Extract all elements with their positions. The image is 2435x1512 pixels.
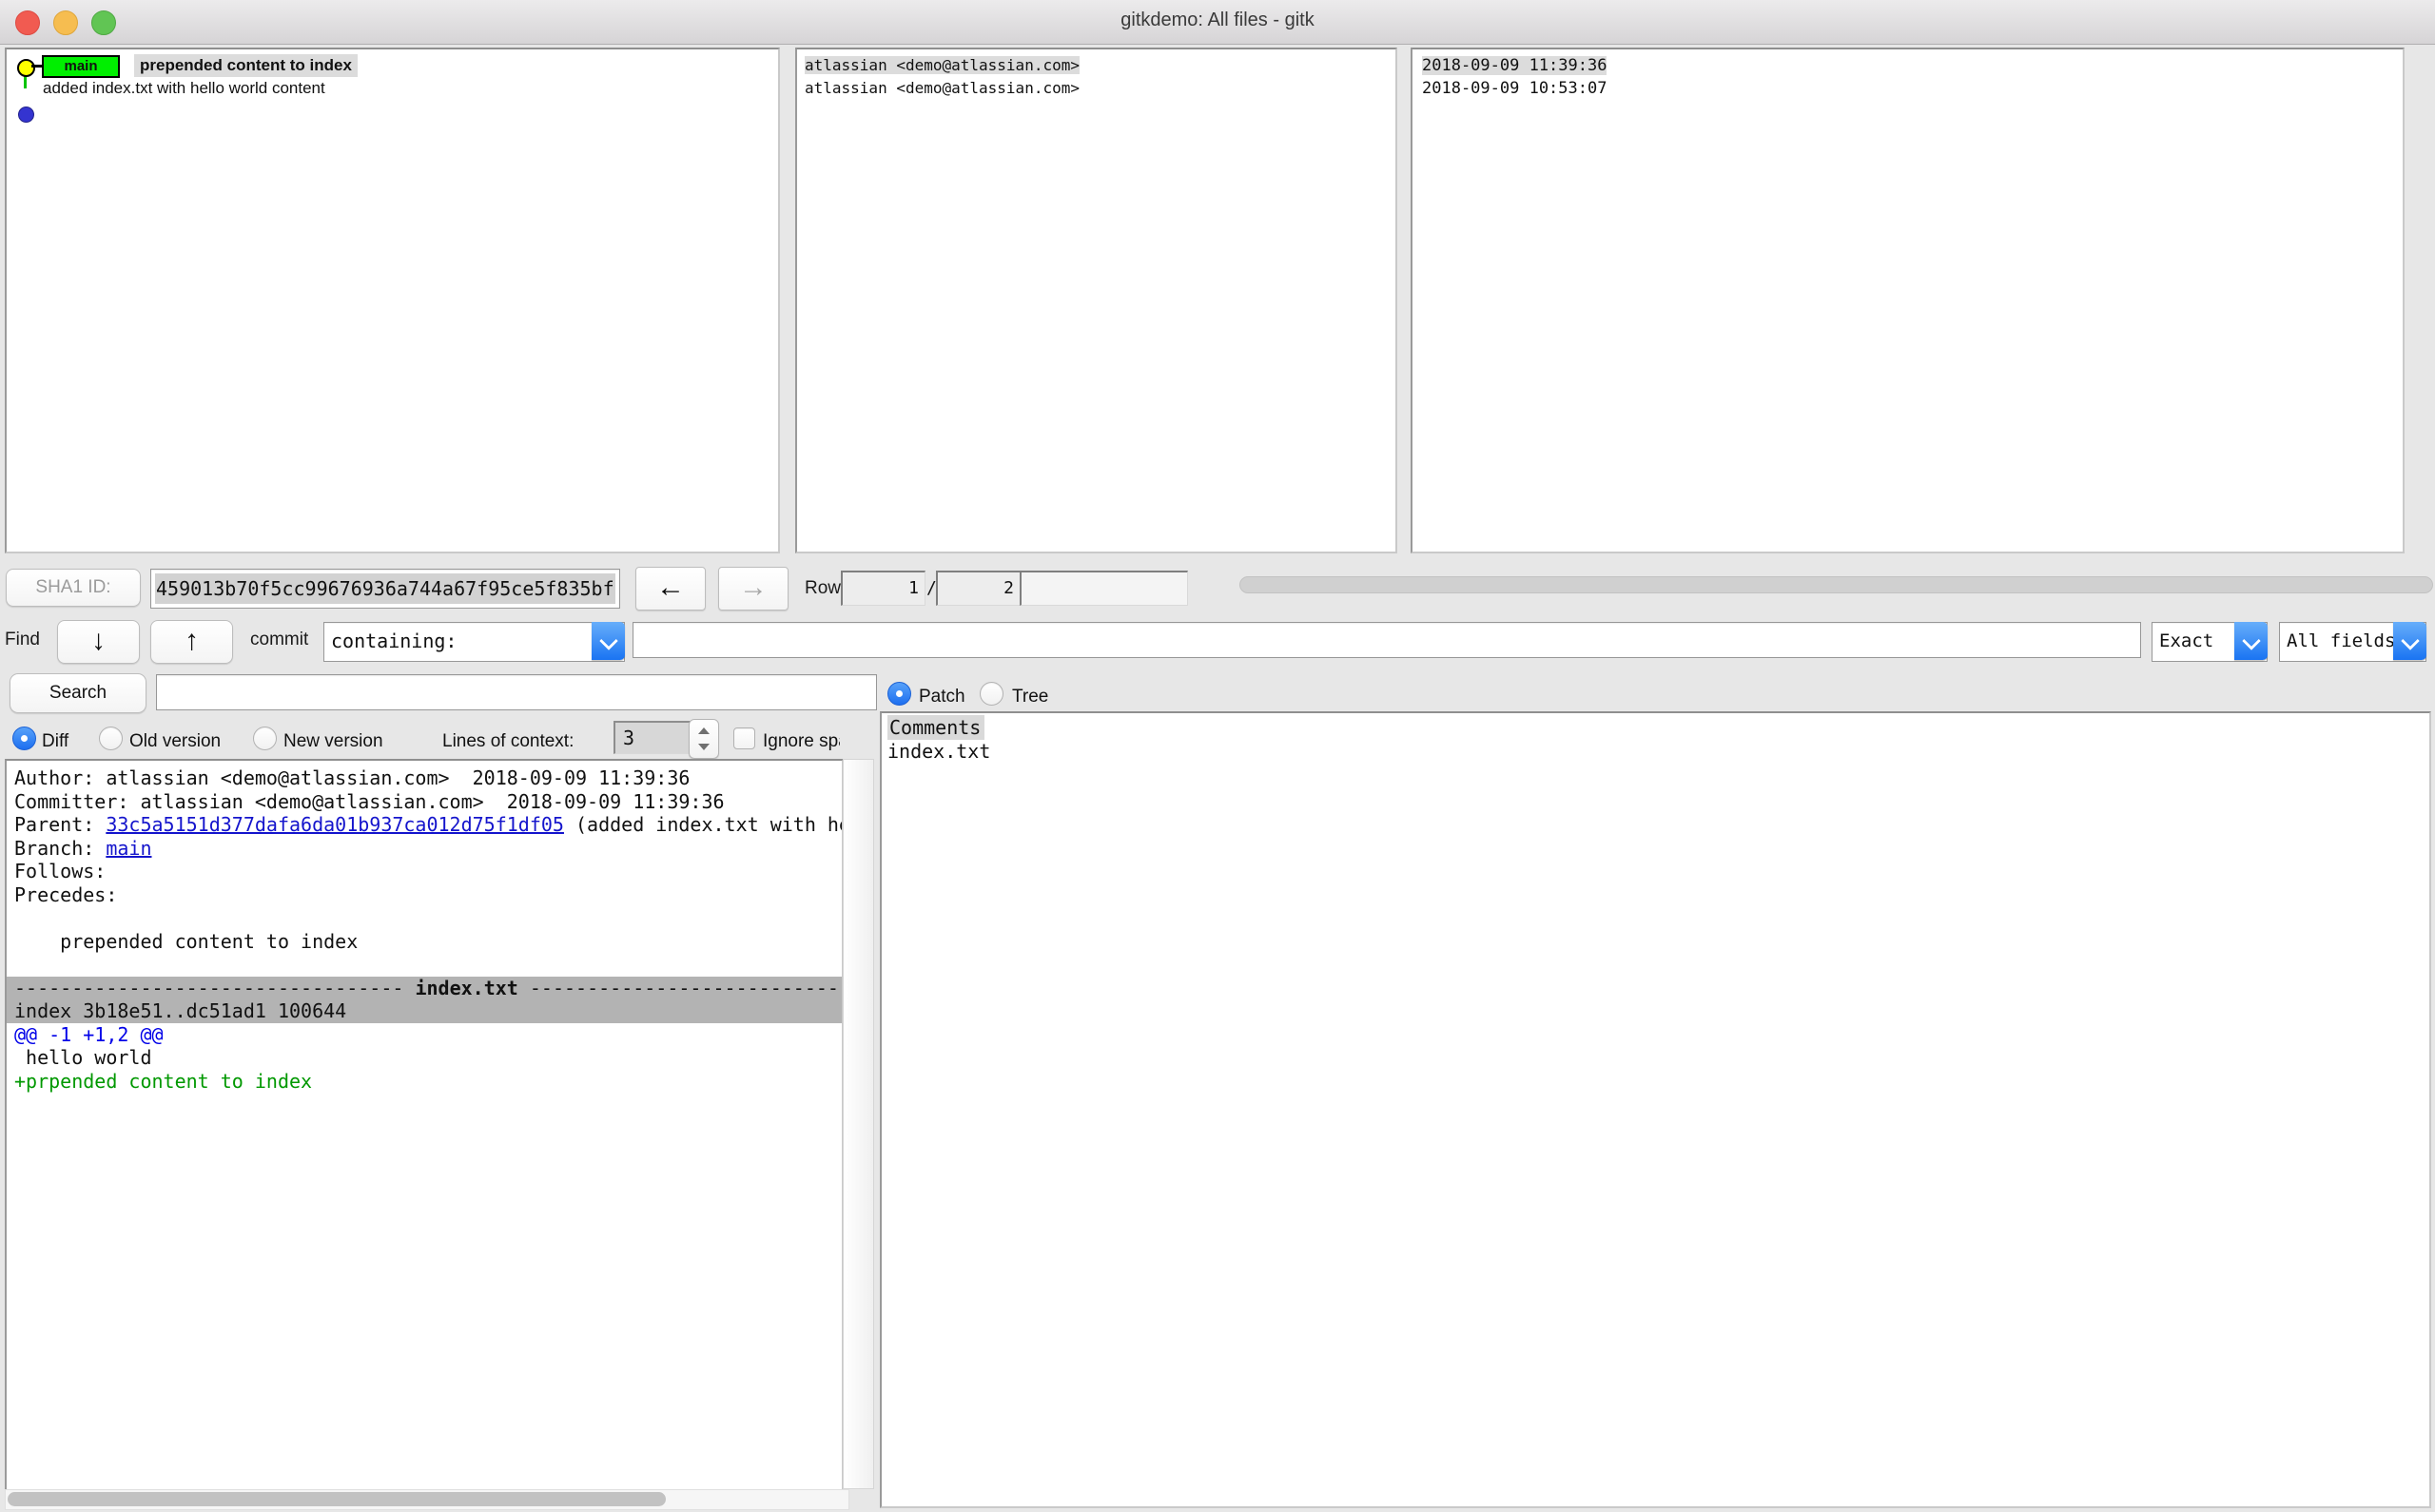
diff-line-add: +prpended content to index	[7, 1070, 842, 1094]
title-bar: gitkdemo: All files - gitk	[0, 0, 2435, 45]
up-arrow-icon: ↑	[185, 625, 199, 656]
find-type-value: containing:	[324, 623, 624, 659]
diff-line-blank	[7, 953, 842, 977]
down-arrow-icon: ↓	[91, 625, 106, 656]
find-prev-button[interactable]: ↑	[150, 620, 233, 664]
ignore-space-checkbox[interactable]	[733, 727, 755, 749]
find-query-input[interactable]	[633, 622, 2141, 658]
date-cell[interactable]: 2018-09-09 11:39:36	[1422, 54, 1607, 77]
branch-link[interactable]: main	[106, 837, 151, 860]
tree-radio[interactable]	[980, 682, 1003, 706]
history-forward-button[interactable]: →	[718, 567, 789, 611]
sha1-input[interactable]: 459013b70f5cc99676936a744a67f95ce5f835bf	[150, 569, 620, 609]
patch-label[interactable]: Patch	[919, 687, 965, 708]
commit-subject[interactable]: added index.txt with hello world content	[43, 77, 325, 100]
diff-line-filehdr: index 3b18e51..dc51ad1 100644	[7, 999, 842, 1023]
find-next-button[interactable]: ↓	[57, 620, 140, 664]
file-list-panel[interactable]: Comments index.txt	[880, 711, 2431, 1508]
ignore-space-label[interactable]: Ignore spac	[763, 731, 840, 752]
row-total-field: 2	[936, 571, 1021, 606]
diff-line-plain: prepended content to index	[7, 930, 842, 954]
sha1-id-button[interactable]: SHA1 ID:	[6, 569, 141, 607]
tree-label[interactable]: Tree	[1012, 687, 1048, 708]
commit-subject[interactable]: prepended content to index	[134, 54, 358, 77]
diff-line-plain: Follows:	[7, 860, 842, 883]
back-arrow-icon: ←	[656, 572, 685, 603]
row-extra-field	[1020, 571, 1188, 606]
search-input[interactable]	[156, 674, 877, 710]
diff-label[interactable]: Diff	[42, 731, 68, 752]
commit-node[interactable]	[18, 107, 34, 123]
gitk-window: gitkdemo: All files - gitk main prepende…	[0, 0, 2435, 1512]
diff-line-filesep: ---------------------------------- index…	[7, 977, 842, 1000]
stepper-down-icon[interactable]	[698, 744, 710, 750]
diff-line-plain: Committer: atlassian <demo@atlassian.com…	[7, 790, 842, 814]
chevron-down-icon[interactable]	[2234, 622, 2268, 660]
diff-controls-bar: Diff Old version New version Lines of co…	[0, 719, 840, 759]
old-version-label[interactable]: Old version	[129, 731, 221, 752]
diff-text: Author: atlassian <demo@atlassian.com> 2…	[7, 766, 842, 1093]
file-list-item[interactable]: Comments	[887, 716, 984, 740]
date-cell[interactable]: 2018-09-09 10:53:07	[1422, 77, 1607, 100]
diff-line-parent: Parent: 33c5a5151d377dafa6da01b937ca012d…	[7, 813, 842, 837]
new-version-label[interactable]: New version	[283, 731, 383, 752]
diff-panel[interactable]: Author: atlassian <demo@atlassian.com> 2…	[5, 759, 844, 1491]
old-version-radio[interactable]	[99, 727, 123, 750]
branch-label-main[interactable]: main	[42, 55, 120, 78]
search-button[interactable]: Search	[10, 673, 146, 713]
commit-row[interactable]: main prepended content to index	[7, 54, 778, 77]
commit-label: commit	[250, 630, 308, 650]
diff-line-plain: Author: atlassian <demo@atlassian.com> 2…	[7, 766, 842, 790]
row-current-field: 1	[841, 571, 925, 606]
parent-sha-link[interactable]: 33c5a5151d377dafa6da01b937ca012d75f1df05	[106, 813, 564, 836]
diff-hscrollbar-thumb[interactable]	[8, 1492, 666, 1506]
find-type-dropdown[interactable]: containing:	[323, 622, 625, 662]
commit-graph-panel[interactable]: main prepended content to index added in…	[5, 48, 780, 553]
dates-panel[interactable]: 2018-09-09 11:39:36 2018-09-09 10:53:07	[1411, 48, 2405, 553]
window-title: gitkdemo: All files - gitk	[0, 10, 2435, 31]
commit-list-hscrollbar[interactable]	[1239, 576, 2433, 593]
find-label: Find	[5, 630, 40, 650]
chevron-down-icon[interactable]	[592, 622, 625, 660]
diff-line-blank	[7, 906, 842, 930]
history-back-button[interactable]: ←	[635, 567, 706, 611]
author-cell[interactable]: atlassian <demo@atlassian.com>	[805, 77, 1080, 100]
chevron-down-icon[interactable]	[2393, 622, 2426, 660]
commit-node-head[interactable]	[17, 59, 35, 77]
file-list-item[interactable]: index.txt	[887, 740, 990, 764]
patch-radio[interactable]	[887, 682, 911, 706]
new-version-radio[interactable]	[253, 727, 277, 750]
diff-line-hunk: @@ -1 +1,2 @@	[7, 1023, 842, 1047]
diff-radio[interactable]	[12, 727, 36, 750]
authors-panel[interactable]: atlassian <demo@atlassian.com> atlassian…	[795, 48, 1397, 553]
find-match-dropdown[interactable]: Exact	[2152, 622, 2268, 662]
author-cell[interactable]: atlassian <demo@atlassian.com>	[805, 54, 1080, 77]
diff-line-plain: Precedes:	[7, 883, 842, 907]
context-lines-input[interactable]: 3	[614, 721, 691, 754]
lines-of-context-label: Lines of context:	[442, 731, 574, 752]
find-fields-dropdown[interactable]: All fields	[2279, 622, 2426, 662]
diff-line-branch: Branch: main	[7, 837, 842, 861]
forward-arrow-icon: →	[739, 572, 768, 603]
stepper-up-icon[interactable]	[698, 727, 710, 734]
diff-vscrollbar[interactable]	[843, 759, 874, 1489]
context-lines-stepper[interactable]	[689, 719, 719, 759]
diff-line-ctx: hello world	[7, 1046, 842, 1070]
commit-row[interactable]: added index.txt with hello world content	[7, 77, 778, 100]
row-label: Row	[805, 578, 841, 599]
